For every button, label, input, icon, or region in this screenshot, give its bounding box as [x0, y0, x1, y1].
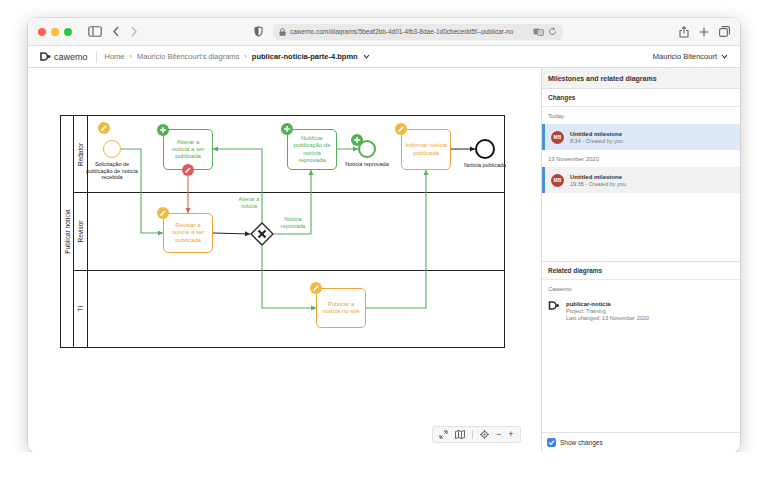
pool-label: Publicar notícia: [61, 116, 74, 347]
close-button[interactable]: [38, 28, 46, 36]
shield-icon[interactable]: [254, 26, 263, 37]
milestone-item[interactable]: MB Untitled milestone 8:34 - Created by …: [542, 124, 740, 150]
sequence-flow[interactable]: [186, 176, 191, 213]
add-badge[interactable]: [157, 124, 169, 136]
sequence-flow[interactable]: [262, 246, 316, 311]
new-tab-icon[interactable]: [699, 27, 709, 37]
edit-badge[interactable]: [310, 282, 322, 294]
sequence-flow[interactable]: [366, 170, 429, 308]
add-badge[interactable]: [281, 123, 293, 135]
zoom-in-button[interactable]: +: [508, 430, 513, 439]
event-label[interactable]: Solicitação de publicação de notícia rec…: [85, 161, 139, 181]
edit-badge[interactable]: [182, 164, 194, 176]
chevron-down-icon[interactable]: [363, 54, 370, 59]
breadcrumb-separator: ›: [130, 52, 133, 61]
checkbox[interactable]: [547, 438, 556, 447]
plus-icon: [159, 126, 167, 134]
breadcrumb-item[interactable]: Home: [105, 52, 125, 61]
edit-badge[interactable]: [98, 122, 110, 134]
zoom-out-button[interactable]: −: [496, 430, 501, 439]
share-icon[interactable]: [679, 26, 689, 38]
back-icon[interactable]: [112, 26, 120, 37]
lane-label: Revisor: [74, 193, 88, 269]
avatar: MB: [551, 174, 564, 187]
flow-label[interactable]: Alterar a notícia: [234, 196, 264, 209]
event-label[interactable]: Notícia publicada: [458, 162, 512, 169]
lane[interactable]: Revisor: [74, 192, 504, 269]
sequence-flow[interactable]: [337, 147, 358, 152]
start-event[interactable]: [103, 140, 121, 158]
milestone-item[interactable]: MB Untitled milestone 19:35 - Created by…: [542, 167, 740, 193]
forward-icon[interactable]: [130, 26, 138, 37]
translate-icon[interactable]: [533, 28, 544, 36]
lane-label: TI: [74, 271, 88, 347]
lane-label: Redator: [74, 116, 88, 192]
zoom-controls: − +: [432, 426, 521, 443]
panel-title: Milestones and related diagrams: [542, 68, 740, 89]
plus-icon: [353, 136, 361, 144]
plus-icon: [283, 125, 291, 133]
logo-text: cawemo: [54, 52, 88, 62]
breadcrumbs: Home › Mauricio Bitencourt's diagrams › …: [105, 52, 645, 61]
sequence-flow[interactable]: [213, 147, 262, 223]
reload-icon[interactable]: [548, 27, 557, 36]
edit-badge[interactable]: [157, 207, 169, 219]
sequence-flow[interactable]: [213, 231, 250, 236]
browser-window: cawemo.com/diagrams/5beaf2bb-4d01-4fb3-8…: [28, 18, 740, 452]
changes-section: Changes Today MB Untitled milestone 8:34…: [542, 89, 740, 262]
zoom-button[interactable]: [64, 28, 72, 36]
sequence-flow[interactable]: [274, 170, 314, 234]
lock-icon: [279, 28, 286, 36]
cawemo-logo[interactable]: cawemo: [40, 52, 88, 62]
add-badge[interactable]: [351, 134, 363, 146]
sidebar-icon[interactable]: [88, 26, 102, 37]
task[interactable]: Informar notícia publicada: [401, 129, 451, 170]
date-heading: 13 November 2020: [542, 150, 740, 167]
diagram-canvas[interactable]: Publicar notícia Redator Revisor TI Alte…: [28, 68, 541, 452]
user-menu[interactable]: Mauricio Bitencourt: [653, 52, 728, 61]
end-event[interactable]: [475, 139, 495, 159]
breadcrumb-item[interactable]: Mauricio Bitencourt's diagrams: [137, 52, 239, 61]
breadcrumb-separator: ›: [244, 52, 247, 61]
pencil-icon: [184, 166, 192, 174]
section-heading: Related diagrams: [542, 262, 740, 280]
chevron-down-icon: [721, 54, 728, 59]
diagram-icon: [548, 301, 560, 310]
pencil-icon: [159, 209, 167, 217]
url-text[interactable]: cawemo.com/diagrams/5beaf2bb-4d01-4fb3-8…: [290, 28, 529, 35]
avatar: MB: [551, 131, 564, 144]
source-heading: Cawemo: [542, 280, 740, 297]
exclusive-gateway[interactable]: [250, 222, 274, 246]
pencil-icon: [397, 125, 405, 133]
show-changes-toggle[interactable]: Show changes: [542, 432, 740, 452]
pencil-icon: [312, 284, 320, 292]
fullscreen-icon[interactable]: [439, 430, 448, 439]
address-bar[interactable]: cawemo.com/diagrams/5beaf2bb-4d01-4fb3-8…: [273, 24, 563, 40]
tabs-overview-icon[interactable]: [719, 26, 730, 37]
minimize-button[interactable]: [51, 28, 59, 36]
related-diagram[interactable]: publicar-noticia Project: Training Last …: [542, 297, 740, 325]
recenter-icon[interactable]: [480, 430, 489, 439]
milestones-panel: Milestones and related diagrams Changes …: [541, 68, 740, 452]
related-section: Related diagrams Cawemo publicar-noticia…: [542, 262, 740, 432]
task[interactable]: Notificar publicação de notícia reprovad…: [287, 129, 337, 170]
sequence-flow[interactable]: [451, 147, 475, 152]
pencil-icon: [100, 124, 108, 132]
flow-label[interactable]: Notícia reprovada: [278, 216, 308, 229]
breadcrumb-item[interactable]: publicar-noticia-parte-4.bpmn: [252, 52, 358, 61]
browser-toolbar: cawemo.com/diagrams/5beaf2bb-4d01-4fb3-8…: [28, 18, 740, 46]
task[interactable]: Revisar a notícia a ser publicada: [163, 213, 213, 253]
date-heading: Today: [542, 107, 740, 124]
check-icon: [548, 439, 555, 446]
lane[interactable]: TI: [74, 270, 504, 347]
minimap-icon[interactable]: [455, 430, 465, 439]
app-header: cawemo Home › Mauricio Bitencourt's diag…: [28, 46, 740, 68]
event-label[interactable]: Notícia reprovada: [340, 161, 394, 168]
task[interactable]: Publicar a notícia no site: [316, 288, 366, 328]
logo-icon: [40, 52, 51, 61]
window-controls: [38, 28, 72, 36]
section-heading: Changes: [542, 89, 740, 107]
edit-badge[interactable]: [395, 123, 407, 135]
